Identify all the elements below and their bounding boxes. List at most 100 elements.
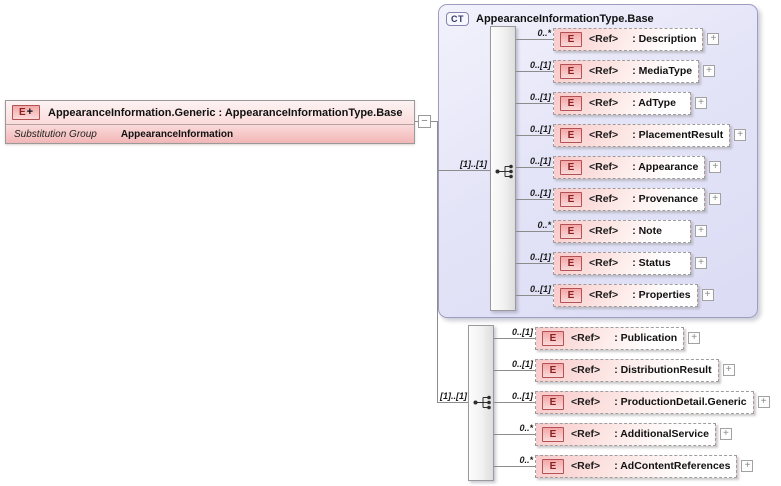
element-box-properties[interactable]: E <Ref> : Properties — [553, 283, 698, 307]
expand-icon[interactable]: + — [695, 225, 707, 237]
expand-icon[interactable]: + — [695, 257, 707, 269]
element-box-description[interactable]: E <Ref> : Description — [553, 27, 704, 51]
element-row-productiondetail: 0..[1] E <Ref> : ProductionDetail.Generi… — [494, 390, 770, 414]
ref-label: <Ref> — [571, 364, 601, 376]
expand-icon[interactable]: + — [688, 332, 701, 344]
element-box-adtype[interactable]: E <Ref> : AdType — [553, 91, 691, 115]
ref-label: <Ref> — [589, 289, 619, 301]
global-element-title: AppearanceInformation.Generic : Appearan… — [48, 106, 403, 119]
ref-label: <Ref> — [589, 65, 619, 77]
connector-line: 0..[1] — [494, 327, 535, 339]
element-box-distributionresult[interactable]: E <Ref> : DistributionResult — [535, 358, 719, 382]
substitution-group-row: Substitution Group AppearanceInformation — [6, 125, 414, 143]
connector-line: 0..[1] — [516, 252, 553, 264]
connector-line: 0..[1] — [494, 391, 535, 403]
cardinality-label: 0..* — [519, 454, 533, 465]
sequence-cardinality-label: [1]..[1] — [460, 159, 487, 169]
connector-line: 0..[1] — [516, 124, 553, 136]
ref-label: <Ref> — [589, 193, 619, 205]
expand-icon[interactable]: + — [757, 396, 770, 408]
element-row-status: 0..[1] E <Ref> : Status + — [516, 251, 707, 275]
collapse-icon[interactable]: − — [418, 115, 431, 128]
element-name: : AdditionalService — [614, 428, 709, 440]
element-icon: E — [542, 426, 564, 442]
element-box-publication[interactable]: E <Ref> : Publication — [535, 326, 685, 350]
element-box-mediatype[interactable]: E <Ref> : MediaType — [553, 59, 700, 83]
cardinality-label: 0..[1] — [529, 187, 551, 198]
element-row-note: 0..* E <Ref> : Note + — [516, 219, 707, 243]
element-name: : Provenance — [632, 193, 699, 205]
element-name: : DistributionResult — [614, 364, 712, 376]
element-row-properties: 0..[1] E <Ref> : Properties + — [516, 283, 714, 307]
element-box-note[interactable]: E <Ref> : Note — [553, 219, 691, 243]
cardinality-label: 0..* — [537, 27, 551, 38]
element-name: : Status — [632, 257, 671, 269]
element-icon: E — [542, 362, 564, 378]
cardinality-label: 0..[1] — [529, 91, 551, 102]
element-row-appearance: 0..[1] E <Ref> : Appearance + — [516, 155, 722, 179]
expand-icon[interactable]: + — [701, 289, 714, 301]
expand-icon[interactable]: + — [695, 97, 707, 109]
element-icon: E — [560, 127, 582, 143]
expand-icon[interactable]: + — [734, 129, 747, 141]
expand-icon[interactable]: + — [703, 65, 716, 77]
cardinality-label: 0..* — [519, 422, 533, 433]
element-box-adcontentreferences[interactable]: E <Ref> : AdContentReferences — [535, 454, 738, 478]
complex-type-title: AppearanceInformationType.Base — [476, 13, 654, 25]
element-box-appearance[interactable]: E <Ref> : Appearance — [553, 155, 706, 179]
connector-trunk-line — [437, 121, 438, 403]
expand-icon[interactable]: + — [719, 428, 732, 440]
expand-icon[interactable]: + — [709, 193, 722, 205]
element-box-provenance[interactable]: E <Ref> : Provenance — [553, 187, 706, 211]
element-row-provenance: 0..[1] E <Ref> : Provenance + — [516, 187, 722, 211]
global-element-header: E+ AppearanceInformation.Generic : Appea… — [6, 101, 414, 125]
cardinality-label: 0..* — [537, 219, 551, 230]
expand-icon[interactable]: + — [707, 33, 720, 45]
cardinality-label: 0..[1] — [511, 390, 533, 401]
element-box-additionalservice[interactable]: E <Ref> : AdditionalService — [535, 422, 716, 446]
substitution-group-label: Substitution Group — [14, 128, 97, 140]
global-element-box[interactable]: E+ AppearanceInformation.Generic : Appea… — [5, 100, 415, 144]
element-icon: E — [560, 63, 582, 79]
element-name: : MediaType — [632, 65, 693, 77]
sequence-cardinality-label: [1]..[1] — [440, 391, 467, 401]
element-box-productiondetail[interactable]: E <Ref> : ProductionDetail.Generic — [535, 390, 754, 414]
substitution-group-value: AppearanceInformation — [120, 128, 234, 140]
element-name: : Appearance — [632, 161, 699, 173]
element-box-placementresult[interactable]: E <Ref> : PlacementResult — [553, 123, 731, 147]
element-row-publication: 0..[1] E <Ref> : Publication + — [494, 326, 701, 350]
ref-label: <Ref> — [589, 97, 619, 109]
cardinality-label: 0..[1] — [529, 59, 551, 70]
element-box-status[interactable]: E <Ref> : Status — [553, 251, 691, 275]
element-icon: E — [542, 458, 564, 474]
ref-label: <Ref> — [571, 460, 601, 472]
connector-line: 0..[1] — [516, 60, 553, 72]
element-icon: E — [560, 191, 582, 207]
element-substitution-head-icon: E+ — [12, 105, 40, 120]
sequence-icon — [473, 395, 491, 410]
element-name: : Description — [632, 33, 697, 45]
element-icon: E — [560, 95, 582, 111]
element-row-additionalservice: 0..* E <Ref> : AdditionalService + — [494, 422, 732, 446]
ref-label: <Ref> — [589, 129, 619, 141]
connector-line: 0..* — [494, 423, 535, 435]
element-row-distributionresult: 0..[1] E <Ref> : DistributionResult + — [494, 358, 735, 382]
ref-label: <Ref> — [571, 428, 601, 440]
element-name: : PlacementResult — [632, 129, 724, 141]
element-name: : AdType — [632, 97, 676, 109]
element-name: : Publication — [614, 332, 678, 344]
connector-line: 0..[1] — [516, 92, 553, 104]
expand-icon[interactable]: + — [722, 364, 735, 376]
cardinality-label: 0..[1] — [511, 326, 533, 337]
connector-line: 0..[1] — [516, 156, 553, 168]
connector-line: 0..* — [516, 220, 553, 232]
element-row-adcontentreferences: 0..* E <Ref> : AdContentReferences + — [494, 454, 754, 478]
connector-to-extension: [1]..[1] — [437, 391, 468, 403]
element-row-adtype: 0..[1] E <Ref> : AdType + — [516, 91, 707, 115]
cardinality-label: 0..[1] — [529, 155, 551, 166]
element-name: : Note — [632, 225, 662, 237]
expand-icon[interactable]: + — [741, 460, 754, 472]
sequence-icon — [495, 164, 513, 179]
connector-line: 0..* — [494, 455, 535, 467]
expand-icon[interactable]: + — [709, 161, 722, 173]
